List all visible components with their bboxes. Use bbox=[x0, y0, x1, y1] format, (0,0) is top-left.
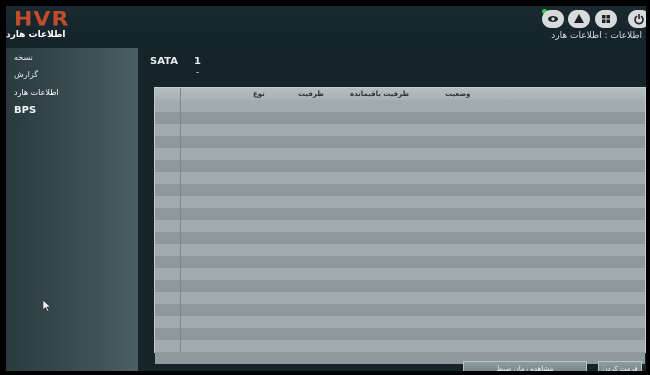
table-column-divider bbox=[180, 88, 181, 352]
table-row[interactable] bbox=[155, 136, 645, 148]
table-row[interactable] bbox=[155, 112, 645, 124]
column-header-remaining-capacity: ظرفیت باقیمانده bbox=[350, 90, 410, 98]
disk-number: 1 bbox=[194, 56, 201, 67]
table-row[interactable] bbox=[155, 196, 645, 208]
eye-icon bbox=[547, 10, 559, 29]
power-icon bbox=[633, 10, 645, 29]
disk-type-label: SATA bbox=[150, 56, 178, 67]
table-row[interactable] bbox=[155, 160, 645, 172]
sidebar-item-bps[interactable]: BPS bbox=[6, 102, 138, 119]
live-view-button[interactable] bbox=[542, 10, 564, 28]
table-row[interactable] bbox=[155, 184, 645, 196]
table-row[interactable] bbox=[155, 340, 645, 352]
column-header-status: وضعیت bbox=[445, 90, 471, 98]
column-header-capacity: ظرفیت bbox=[298, 90, 324, 98]
main-panel: SATA 1 نوع ظرفیت ظرفیت باقیمانده وضعیت م… bbox=[138, 48, 646, 371]
table-row[interactable] bbox=[155, 244, 645, 256]
view-record-time-button[interactable]: مشاهده زمان ضبط bbox=[463, 361, 587, 371]
menu-button[interactable] bbox=[595, 10, 617, 28]
sidebar-item-log[interactable]: گزارش bbox=[6, 66, 138, 83]
sidebar-item-version[interactable]: نسخه bbox=[6, 49, 138, 66]
disk-separator bbox=[196, 72, 199, 73]
top-bar: HVR اطلاعات هارد اطلاعات : اطلاعات هارد bbox=[6, 6, 646, 48]
table-row[interactable] bbox=[155, 268, 645, 280]
table-row[interactable] bbox=[155, 172, 645, 184]
table-row[interactable] bbox=[155, 124, 645, 136]
table-row[interactable] bbox=[155, 220, 645, 232]
section-title: اطلاعات هارد bbox=[6, 30, 66, 40]
table-row[interactable] bbox=[155, 256, 645, 268]
mouse-cursor-icon bbox=[43, 300, 52, 312]
sidebar: نسخه گزارش اطلاعات هارد BPS bbox=[6, 48, 138, 371]
table-row[interactable] bbox=[155, 328, 645, 340]
hdd-table: نوع ظرفیت ظرفیت باقیمانده وضعیت bbox=[154, 87, 646, 364]
table-header: نوع ظرفیت ظرفیت باقیمانده وضعیت bbox=[155, 88, 645, 100]
column-header-type: نوع bbox=[253, 90, 265, 98]
table-row[interactable] bbox=[155, 232, 645, 244]
table-row[interactable] bbox=[155, 208, 645, 220]
table-row[interactable] bbox=[155, 304, 645, 316]
format-button[interactable]: فرمت کردن bbox=[598, 361, 642, 371]
alarm-button[interactable] bbox=[568, 10, 590, 28]
alert-icon bbox=[573, 10, 585, 29]
breadcrumb: اطلاعات : اطلاعات هارد bbox=[551, 31, 642, 41]
table-row[interactable] bbox=[155, 100, 645, 112]
table-body bbox=[155, 100, 645, 364]
table-row[interactable] bbox=[155, 148, 645, 160]
grid-icon bbox=[600, 10, 612, 29]
table-row[interactable] bbox=[155, 280, 645, 292]
dvr-screen: HVR اطلاعات هارد اطلاعات : اطلاعات هارد bbox=[6, 6, 646, 371]
sidebar-item-hdd-info[interactable]: اطلاعات هارد bbox=[6, 84, 138, 101]
power-button[interactable] bbox=[628, 10, 646, 28]
hvr-logo: HVR bbox=[14, 8, 70, 31]
table-row[interactable] bbox=[155, 292, 645, 304]
table-row[interactable] bbox=[155, 316, 645, 328]
